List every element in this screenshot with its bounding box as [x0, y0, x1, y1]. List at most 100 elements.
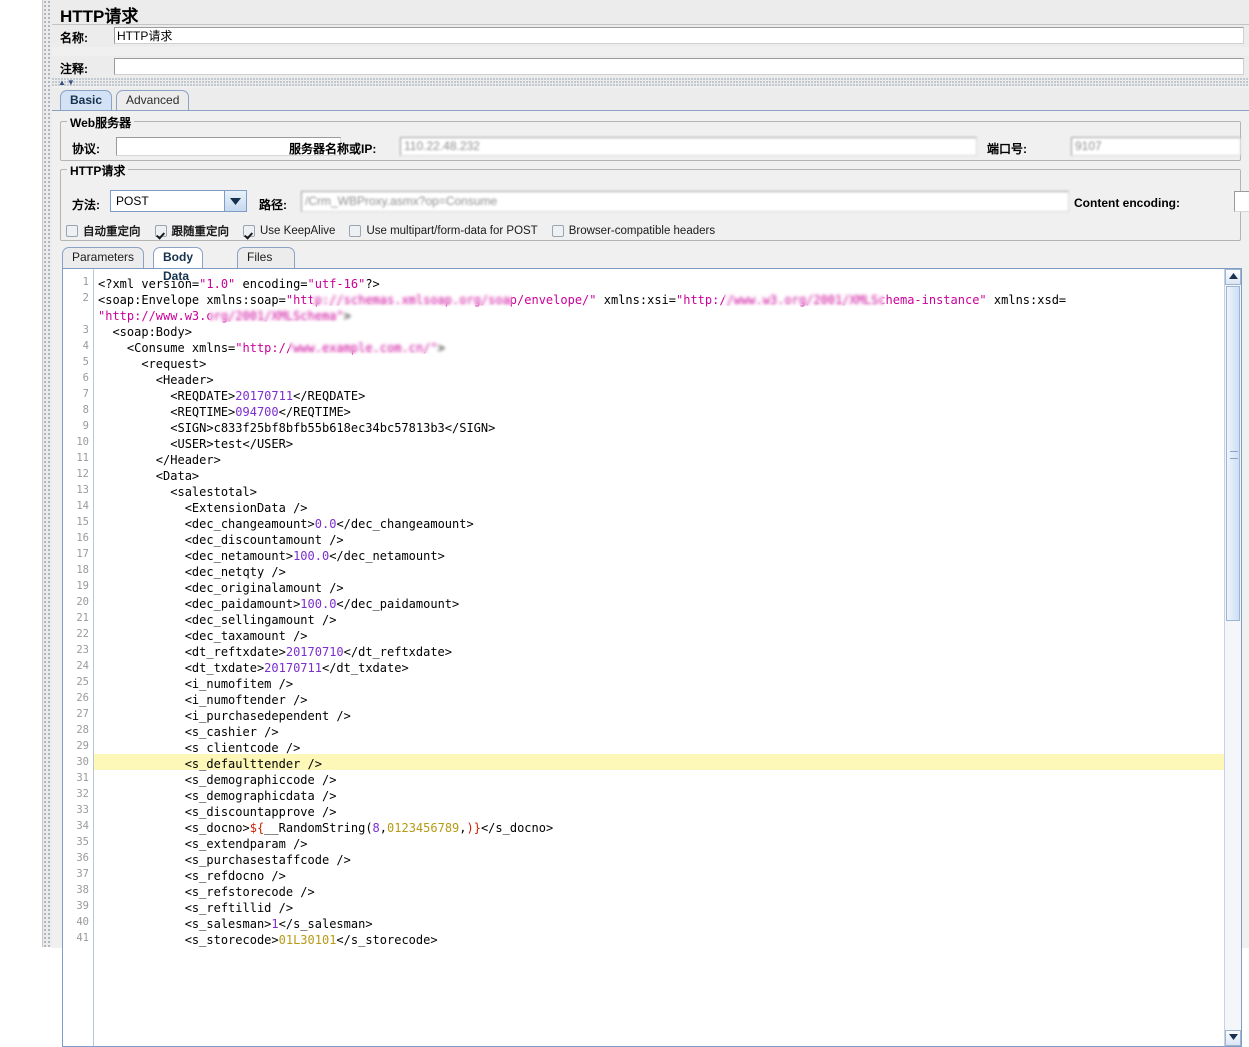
page-title: HTTP请求: [60, 7, 139, 26]
editor-code-line[interactable]: <s_storecode>01L30101</s_storecode>: [98, 932, 438, 948]
editor-code-line[interactable]: <REQTIME>094700</REQTIME>: [98, 404, 351, 420]
editor-line-number: 26: [76, 692, 89, 704]
comment-row: 注释:: [52, 56, 1249, 78]
scrollbar-grip-icon: [1230, 450, 1238, 459]
tab-files-upload[interactable]: Files Upload: [237, 247, 296, 283]
editor-code-line[interactable]: <Consume xmlns="http://www.example.com.c…: [98, 340, 445, 356]
method-select[interactable]: POST: [110, 190, 247, 212]
editor-line-number: 19: [76, 580, 89, 592]
comment-input[interactable]: [114, 58, 1244, 75]
editor-code-line[interactable]: </Header>: [98, 452, 221, 468]
editor-code-line[interactable]: <s_cashier />: [98, 724, 279, 740]
editor-code-line[interactable]: <soap:Envelope xmlns:soap="http://schema…: [98, 292, 1066, 308]
editor-line-number: 29: [76, 740, 89, 752]
path-input[interactable]: /Crm_WBProxy.asmx?op=Consume: [301, 191, 1069, 212]
editor-code-line[interactable]: <salestotal>: [98, 484, 257, 500]
editor-code-line[interactable]: <dec_netqty />: [98, 564, 286, 580]
collapse-arrows-icon[interactable]: ▲▼: [58, 78, 76, 87]
editor-code-line[interactable]: <s_demographicdata />: [98, 788, 337, 804]
basic-tab-content: Web服务器 协议: 服务器名称或IP: 110.22.48.232 端口号: …: [52, 110, 1249, 1047]
checkbox-box[interactable]: [551, 225, 564, 237]
checkbox-use-keepalive[interactable]: Use KeepAlive: [243, 225, 335, 237]
editor-code-area[interactable]: <?xml version="1.0" encoding="utf-16"?> <…: [94, 269, 1224, 1046]
window-title-bar: HTTP请求: [52, 0, 1249, 26]
checkbox-label: Browser-compatible headers: [568, 225, 716, 237]
tab-body-data[interactable]: Body Data: [153, 247, 203, 283]
tab-parameters[interactable]: Parameters: [62, 247, 145, 268]
editor-code-line[interactable]: <s_reftillid />: [98, 900, 293, 916]
editor-code-line[interactable]: <s_demographiccode />: [98, 772, 337, 788]
editor-line-number: 17: [76, 548, 89, 560]
editor-line-number: 33: [76, 804, 89, 816]
editor-code-line[interactable]: <s_salesman>1</s_salesman>: [98, 916, 373, 932]
checkbox-use-multipart[interactable]: Use multipart/form-data for POST: [349, 225, 538, 237]
editor-line-number: 27: [76, 708, 89, 720]
editor-code-line[interactable]: <i_purchasedependent />: [98, 708, 351, 724]
editor-line-number: 39: [76, 900, 89, 912]
checkbox-auto-redirect[interactable]: 自动重定向: [66, 223, 141, 239]
body-data-editor[interactable]: 1 2 3 4 5 6 7 8 9 10 11 12 13 14 15 16 17 18 19 20 21 22 23 24 2…: [62, 268, 1242, 1047]
checkbox-box[interactable]: [154, 225, 167, 237]
http-request-window: HTTP请求 名称: HTTP请求 注释: ▲▼ Basic Advanced …: [0, 0, 1249, 1047]
tab-basic[interactable]: Basic: [60, 90, 113, 110]
http-options-checkbox-row: 自动重定向 跟随重定向 Use KeepAlive Use multipart/…: [66, 223, 729, 239]
tab-advanced[interactable]: Advanced: [116, 90, 190, 110]
scroll-down-arrow-icon[interactable]: [1225, 1030, 1241, 1046]
editor-code-line[interactable]: <REQDATE>20170711</REQDATE>: [98, 388, 365, 404]
editor-code-line[interactable]: <s_defaulttender />: [98, 756, 322, 772]
editor-code-line[interactable]: <dec_changeamount>0.0</dec_changeamount>: [98, 516, 474, 532]
editor-code-line[interactable]: <s_extendparam />: [98, 836, 308, 852]
editor-code-line[interactable]: <i_numofitem />: [98, 676, 293, 692]
checkbox-follow-redirect[interactable]: 跟随重定向: [154, 223, 229, 239]
checkbox-box[interactable]: [349, 225, 362, 237]
content-encoding-input[interactable]: [1234, 191, 1249, 212]
scrollbar-thumb[interactable]: [1226, 286, 1240, 621]
editor-code-line[interactable]: <Data>: [98, 468, 199, 484]
editor-code-line[interactable]: <dec_paidamount>100.0</dec_paidamount>: [98, 596, 460, 612]
editor-line-number: 36: [76, 852, 89, 864]
chevron-down-icon[interactable]: [224, 191, 246, 211]
checkbox-label: Use KeepAlive: [260, 225, 336, 237]
editor-line-number: 24: [76, 660, 89, 672]
editor-code-line[interactable]: <s_purchasestaffcode />: [98, 852, 351, 868]
editor-code-line[interactable]: "http://www.w3.org/2001/XMLSchema">: [98, 308, 351, 324]
editor-code-line[interactable]: <dec_taxamount />: [98, 628, 308, 644]
editor-code-line[interactable]: <USER>test</USER>: [98, 436, 293, 452]
editor-code-line[interactable]: <s_docno>${__RandomString(8,0123456789,)…: [98, 820, 554, 836]
checkbox-browser-compatible-headers[interactable]: Browser-compatible headers: [551, 225, 716, 237]
editor-line-number: 30: [76, 756, 89, 768]
editor-code-line[interactable]: <dt_txdate>20170711</dt_txdate>: [98, 660, 409, 676]
editor-code-line[interactable]: <request>: [98, 356, 206, 372]
editor-line-number: 31: [76, 772, 89, 784]
editor-code-line[interactable]: <dec_originalamount />: [98, 580, 344, 596]
checkbox-box[interactable]: [243, 225, 255, 237]
content-encoding-label: Content encoding:: [1074, 196, 1180, 210]
editor-line-number: 38: [76, 884, 89, 896]
collapse-separator[interactable]: ▲▼: [52, 78, 1249, 87]
editor-line-number: 8: [82, 404, 89, 416]
editor-code-line[interactable]: <Header>: [98, 372, 214, 388]
name-input[interactable]: HTTP请求: [114, 27, 1244, 44]
editor-line-number: 16: [76, 532, 89, 544]
checkbox-box[interactable]: [66, 225, 78, 237]
editor-code-line[interactable]: <dt_reftxdate>20170710</dt_reftxdate>: [98, 644, 452, 660]
editor-line-number: 28: [76, 724, 89, 736]
server-host-input[interactable]: 110.22.48.232: [400, 137, 977, 156]
editor-code-line[interactable]: <dec_discountamount />: [98, 532, 344, 548]
main-tabstrip: Basic Advanced: [52, 88, 1249, 110]
path-label: 路径:: [259, 198, 287, 212]
scroll-up-arrow-icon[interactable]: [1225, 269, 1241, 285]
editor-code-line[interactable]: <SIGN>c833f25bf8bfb55b618ec34bc57813b3</…: [98, 420, 495, 436]
editor-vertical-scrollbar[interactable]: [1224, 269, 1241, 1046]
editor-code-line[interactable]: <dec_sellingamount />: [98, 612, 337, 628]
editor-code-line[interactable]: <s_refstorecode />: [98, 884, 315, 900]
editor-code-line[interactable]: <dec_netamount>100.0</dec_netamount>: [98, 548, 445, 564]
editor-code-line[interactable]: <?xml version="1.0" encoding="utf-16"?>: [98, 276, 380, 292]
editor-code-line[interactable]: <ExtensionData />: [98, 500, 308, 516]
editor-code-line[interactable]: <i_numoftender />: [98, 692, 308, 708]
editor-code-line[interactable]: <soap:Body>: [98, 324, 191, 340]
port-input[interactable]: 9107: [1071, 137, 1241, 156]
editor-line-number: 37: [76, 868, 89, 880]
editor-code-line[interactable]: <s_refdocno />: [98, 868, 286, 884]
editor-code-line[interactable]: <s_discountapprove />: [98, 804, 337, 820]
